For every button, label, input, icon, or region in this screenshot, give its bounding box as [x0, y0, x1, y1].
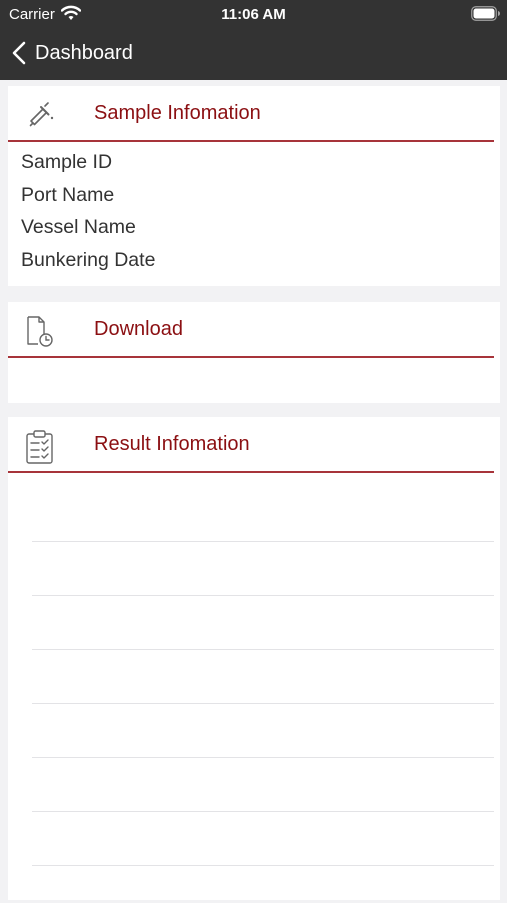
bunkering-date-label: Bunkering Date: [21, 248, 156, 271]
sample-information-card: Sample Infomation Sample ID Port Name Ve…: [8, 86, 500, 286]
port-name-label: Port Name: [21, 183, 115, 206]
chevron-left-icon: [12, 41, 26, 65]
status-bar: Carrier 11:06 AM: [0, 0, 507, 28]
result-row-separator: [32, 541, 494, 542]
result-information-header: Result Infomation: [8, 417, 500, 473]
sample-information-header: Sample Infomation: [8, 86, 500, 142]
battery-icon: [471, 6, 501, 26]
sample-information-title: Sample Infomation: [94, 102, 261, 124]
result-row-separator: [32, 865, 494, 866]
pipette-icon: [24, 98, 56, 130]
result-row-separator: [32, 649, 494, 650]
result-row-separator: [32, 757, 494, 758]
section-divider: [8, 356, 494, 358]
clock-time: 11:06 AM: [221, 6, 286, 23]
section-divider: [8, 140, 494, 142]
result-information-title: Result Infomation: [94, 433, 250, 455]
result-row-separator: [32, 811, 494, 812]
result-list: [8, 473, 500, 903]
sample-id-label: Sample ID: [21, 151, 113, 173]
result-row-separator: [32, 595, 494, 596]
back-button-label: Dashboard: [35, 41, 133, 64]
navigation-bar: Dashboard: [0, 28, 507, 80]
result-row-separator: [32, 703, 494, 704]
document-clock-icon: [24, 314, 56, 347]
download-card[interactable]: Download: [8, 302, 500, 403]
back-button[interactable]: Dashboard: [12, 38, 133, 68]
vessel-name-label: Vessel Name: [21, 216, 136, 238]
clipboard-checklist-icon: [24, 429, 56, 464]
sample-fields-list: Sample ID Port Name Vessel Name Bunkerin…: [8, 142, 500, 280]
download-title[interactable]: Download: [94, 318, 183, 341]
download-header[interactable]: Download: [8, 302, 500, 358]
result-information-card: Result Infomation: [8, 417, 500, 900]
